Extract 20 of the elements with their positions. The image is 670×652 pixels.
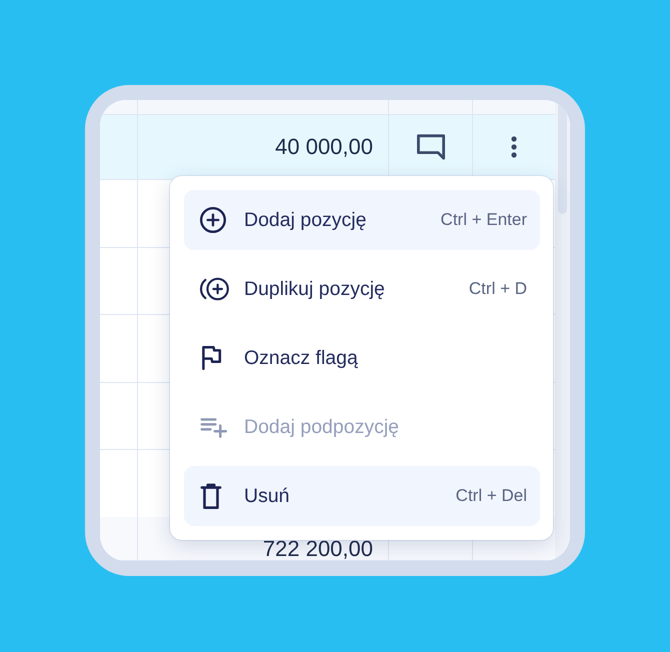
amount-text: 722 200,00 bbox=[262, 538, 373, 560]
keyboard-shortcut: Ctrl + Enter bbox=[440, 210, 527, 230]
menu-item[interactable]: Usuń Ctrl + Del bbox=[184, 466, 540, 526]
scrollbar-thumb[interactable] bbox=[558, 102, 567, 214]
list-plus-icon bbox=[200, 416, 227, 438]
more-button[interactable] bbox=[511, 136, 517, 158]
more-vertical-icon bbox=[511, 136, 517, 158]
plus-circle-icon bbox=[200, 207, 226, 233]
menu-item[interactable]: Duplikuj pozycję Ctrl + D bbox=[184, 259, 540, 319]
menu-item[interactable]: Oznacz flagą bbox=[184, 328, 540, 388]
amount-text: 40 000,00 bbox=[275, 136, 373, 158]
flag-icon bbox=[200, 346, 222, 370]
plus-circle-copy-icon bbox=[200, 277, 230, 301]
menu-item[interactable]: Dodaj pozycję Ctrl + Enter bbox=[184, 190, 540, 250]
comment-button[interactable] bbox=[417, 133, 445, 161]
comment-icon bbox=[417, 133, 445, 161]
trash-icon bbox=[200, 483, 222, 509]
keyboard-shortcut: Ctrl + Del bbox=[456, 486, 527, 506]
table-row[interactable]: 40 000,00 bbox=[100, 115, 555, 180]
keyboard-shortcut: Ctrl + D bbox=[468, 279, 527, 299]
